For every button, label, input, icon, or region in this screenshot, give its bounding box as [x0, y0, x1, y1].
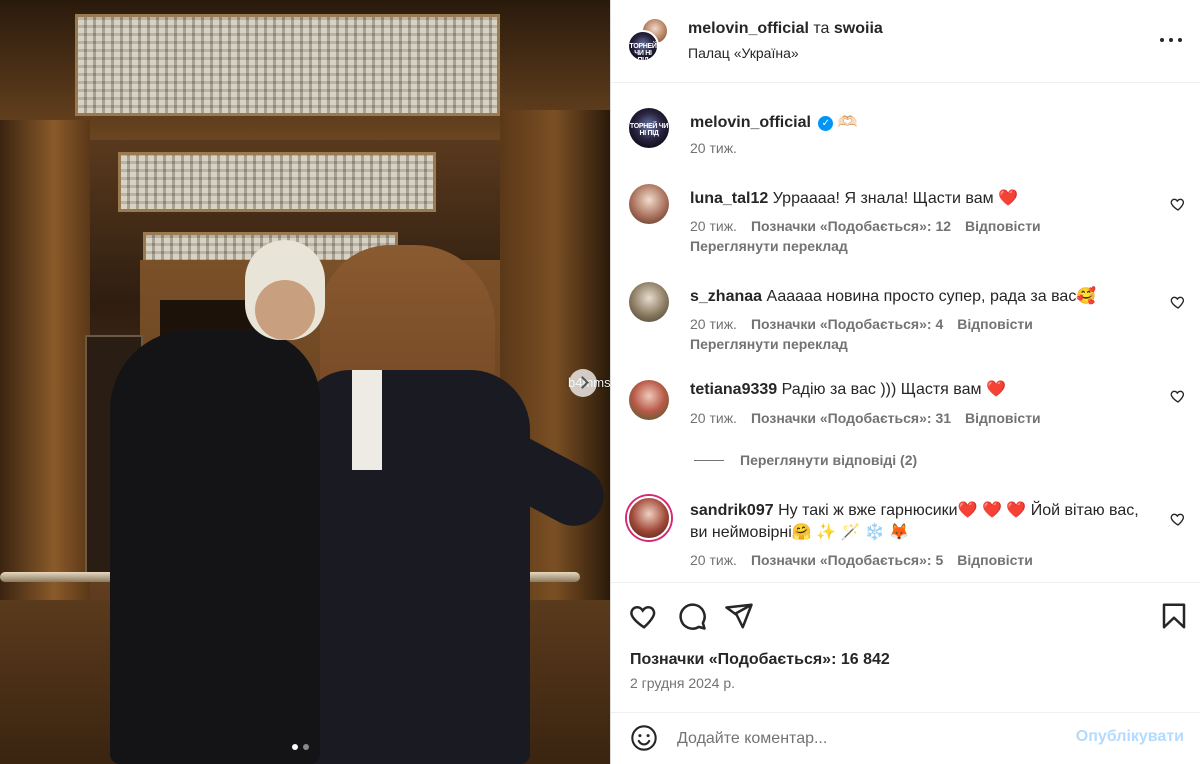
comment-input[interactable]: [677, 726, 1067, 752]
man-face: [255, 280, 315, 340]
reply-button[interactable]: Відповісти: [957, 552, 1033, 568]
post-caption: ТОРНЕЙ ЧИ НІ ПІД melovin_official ✓ 🫶🏻 2…: [611, 108, 1200, 168]
avatar-label: ТОРНЕЙ ЧИ НІ ПІД: [629, 123, 669, 138]
reply-button[interactable]: Відповісти: [965, 218, 1041, 234]
caption-time[interactable]: 20 тиж.: [690, 140, 737, 156]
comment-body: Радію за вас ))) Щастя вам ❤️: [781, 381, 1006, 398]
post-location[interactable]: Палац «Україна»: [688, 45, 799, 61]
carousel-dot: [303, 744, 309, 750]
comment-username[interactable]: luna_tal12: [690, 190, 768, 207]
comment-item: s_zhanaa Аааааа новина просто супер, рад…: [611, 282, 1200, 362]
comment-likes[interactable]: Позначки «Подобається»: 5: [751, 552, 943, 568]
author-avatar[interactable]: ТОРНЕЙ ЧИ НІ ПІД: [629, 108, 669, 148]
comments-list[interactable]: ТОРНЕЙ ЧИ НІ ПІД melovin_official ✓ 🫶🏻 2…: [611, 84, 1200, 582]
like-comment-heart-icon[interactable]: [1170, 294, 1186, 310]
comment-item: luna_tal12 Урраааа! Я знала! Щасти вам ❤…: [611, 184, 1200, 264]
comment-time[interactable]: 20 тиж.: [690, 218, 737, 234]
commenter-avatar[interactable]: [629, 380, 669, 420]
comment-time[interactable]: 20 тиж.: [690, 410, 737, 426]
avatar-label: ТОРНЕЙ ЧИ НІ ПІД: [629, 42, 657, 62]
like-heart-icon[interactable]: [629, 601, 659, 631]
comment-bubble-icon[interactable]: [677, 601, 707, 631]
comment-meta: 20 тиж. Позначки «Подобається»: 31 Відпо…: [690, 410, 1041, 426]
carousel-next-button[interactable]: [569, 369, 597, 397]
comment-text: tetiana9339 Радію за вас ))) Щастя вам ❤…: [690, 379, 1160, 401]
bookmark-save-icon[interactable]: [1159, 601, 1189, 631]
authors-conjunction: та: [813, 20, 830, 37]
translate-button[interactable]: Переглянути переклад: [690, 238, 848, 254]
comment-composer: Опублікувати: [611, 712, 1200, 764]
carousel-dot: [292, 744, 298, 750]
view-replies-label: Переглянути відповіді (2): [740, 452, 918, 468]
comment-text: sandrik097 Ну такі ж вже гарнюсики❤️ ❤️ …: [690, 500, 1160, 544]
post-side-panel: ТОРНЕЙ ЧИ НІ ПІД melovin_official та swo…: [611, 0, 1200, 764]
ceiling-light: [118, 152, 436, 212]
share-send-icon[interactable]: [724, 601, 754, 631]
comment-username[interactable]: sandrik097: [690, 502, 774, 519]
comment-item: sandrik097 Ну такі ж вже гарнюсики❤️ ❤️ …: [611, 496, 1200, 582]
commenter-avatar-story[interactable]: [627, 496, 671, 540]
post-comment-button[interactable]: Опублікувати: [1076, 728, 1184, 746]
caption-emoji: 🫶🏻: [837, 114, 858, 131]
like-comment-heart-icon[interactable]: [1170, 196, 1186, 212]
woman-suit: [300, 370, 530, 764]
caption-meta: 20 тиж.: [690, 140, 737, 156]
man-suit: [110, 330, 320, 764]
author-avatar[interactable]: ТОРНЕЙ ЧИ НІ ПІД: [627, 30, 659, 62]
view-replies-button[interactable]: Переглянути відповіді (2): [694, 452, 917, 468]
like-comment-heart-icon[interactable]: [1170, 511, 1186, 527]
comment-likes[interactable]: Позначки «Подобається»: 4: [751, 316, 943, 332]
post-actions: Позначки «Подобається»: 16 842 2 грудня …: [611, 582, 1200, 700]
comment-likes[interactable]: Позначки «Подобається»: 31: [751, 410, 951, 426]
comment-time[interactable]: 20 тиж.: [690, 316, 737, 332]
comment-body: Урраааа! Я знала! Щасти вам ❤️: [772, 190, 1019, 207]
reply-button[interactable]: Відповісти: [957, 316, 1033, 332]
comment-meta: 20 тиж. Позначки «Подобається»: 12 Відпо…: [690, 218, 1041, 234]
author-username[interactable]: melovin_official: [688, 20, 809, 37]
comment-body: Аааааа новина просто супер, рада за вас🥰: [766, 288, 1097, 305]
like-comment-heart-icon[interactable]: [1170, 388, 1186, 404]
emoji-smiley-icon[interactable]: [630, 724, 658, 752]
post-date[interactable]: 2 грудня 2024 р.: [630, 675, 735, 691]
caption-text: melovin_official ✓ 🫶🏻: [690, 112, 1160, 134]
likes-count[interactable]: Позначки «Подобається»: 16 842: [630, 651, 890, 669]
commenter-avatar[interactable]: [629, 282, 669, 322]
comment-likes[interactable]: Позначки «Подобається»: 12: [751, 218, 951, 234]
replies-line: [694, 459, 724, 461]
comment-username[interactable]: s_zhanaa: [690, 288, 762, 305]
caption-username[interactable]: melovin_official: [690, 114, 811, 131]
collaborator-username[interactable]: swoiia: [834, 20, 883, 37]
comment-username[interactable]: tetiana9339: [690, 381, 777, 398]
more-options-button[interactable]: [1160, 30, 1182, 50]
commenter-avatar[interactable]: [629, 184, 669, 224]
comment-meta: 20 тиж. Позначки «Подобається»: 4 Відпов…: [690, 316, 1033, 332]
comment-text: luna_tal12 Урраааа! Я знала! Щасти вам ❤…: [690, 188, 1160, 210]
woman-shirt: [352, 370, 382, 470]
comment-item: tetiana9339 Радію за вас ))) Щастя вам ❤…: [611, 380, 1200, 474]
translate-button[interactable]: Переглянути переклад: [690, 336, 848, 352]
ceiling-light: [75, 14, 500, 116]
reply-button[interactable]: Відповісти: [965, 410, 1041, 426]
carousel-indicator: [292, 744, 309, 750]
comment-time[interactable]: 20 тиж.: [690, 552, 737, 568]
comment-text: s_zhanaa Аааааа новина просто супер, рад…: [690, 286, 1160, 308]
post-authors: melovin_official та swoiia: [688, 20, 883, 38]
comment-meta: 20 тиж. Позначки «Подобається»: 5 Відпов…: [690, 552, 1033, 568]
post-photo[interactable]: b4mms: [0, 0, 610, 764]
post-header: ТОРНЕЙ ЧИ НІ ПІД melovin_official та swo…: [611, 0, 1200, 83]
verified-badge-icon: ✓: [818, 115, 834, 131]
